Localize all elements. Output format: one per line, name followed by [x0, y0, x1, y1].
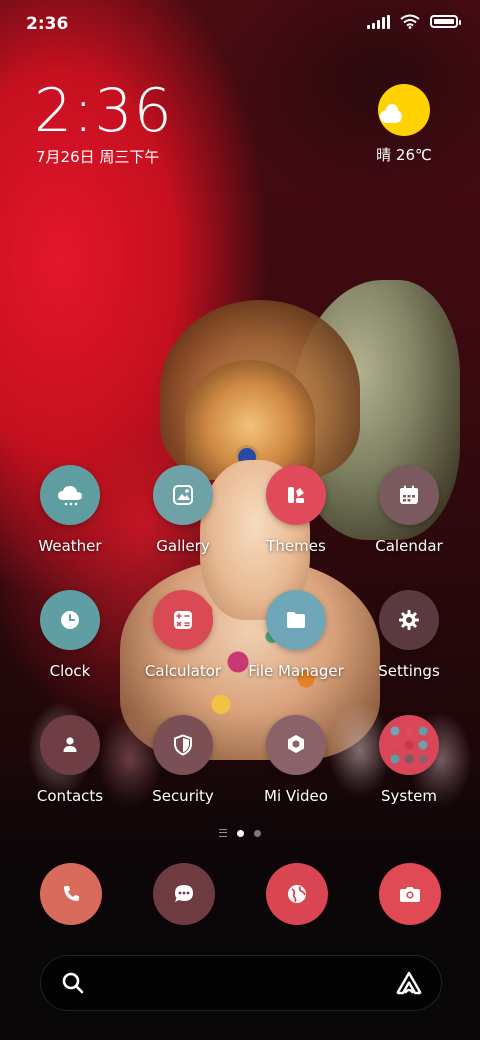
app-settings[interactable]: Settings: [353, 590, 465, 680]
app-system-folder[interactable]: System: [353, 715, 465, 805]
weather-widget[interactable]: 晴 26℃: [364, 84, 444, 165]
sun-cloud-icon: [378, 84, 430, 136]
calculator-icon: [153, 590, 213, 650]
clock-widget-date: 7月26日 周三下午: [36, 148, 160, 166]
status-time: 2:36: [26, 14, 69, 34]
dock-messaging[interactable]: [153, 863, 215, 925]
clock-icon: [40, 590, 100, 650]
folder-grid-icon: [379, 715, 439, 775]
app-label: Contacts: [36, 787, 104, 805]
app-themes[interactable]: Themes: [240, 465, 352, 555]
app-label: System: [381, 787, 437, 805]
gallery-icon: [153, 465, 213, 525]
app-file-manager[interactable]: File Manager: [240, 590, 352, 680]
app-label: Mi Video: [264, 787, 328, 805]
app-clock[interactable]: Clock: [14, 590, 126, 680]
wifi-icon: [400, 14, 420, 29]
gear-icon: [379, 590, 439, 650]
app-gallery[interactable]: Gallery: [127, 465, 239, 555]
app-drawer-indicator-icon: [219, 829, 227, 837]
clock-widget-time[interactable]: 2:36: [34, 78, 173, 144]
app-security[interactable]: Security: [127, 715, 239, 805]
message-icon: [175, 885, 193, 902]
assistant-icon[interactable]: [395, 970, 423, 996]
app-label: File Manager: [248, 662, 344, 680]
app-weather[interactable]: Weather: [14, 465, 126, 555]
weather-condition-temp: 晴 26℃: [376, 146, 432, 164]
app-label: Settings: [378, 662, 440, 680]
app-label: Weather: [38, 537, 102, 555]
search-icon: [62, 972, 84, 994]
app-mi-video[interactable]: Mi Video: [240, 715, 352, 805]
app-contacts[interactable]: Contacts: [14, 715, 126, 805]
dock-browser[interactable]: [266, 863, 328, 925]
themes-icon: [266, 465, 326, 525]
app-label: Gallery: [156, 537, 210, 555]
globe-icon: [288, 885, 306, 903]
page-dot-active: [237, 829, 244, 837]
page-dot: [254, 829, 261, 837]
dock-camera[interactable]: [379, 863, 441, 925]
page-indicator[interactable]: [0, 829, 480, 837]
app-label: Themes: [266, 537, 326, 555]
status-bar: 2:36: [0, 0, 480, 50]
dock-phone[interactable]: [40, 863, 102, 925]
app-label: Calendar: [375, 537, 443, 555]
battery-icon: [430, 15, 461, 28]
app-calendar[interactable]: Calendar: [353, 465, 465, 555]
shield-icon: [153, 715, 213, 775]
phone-icon: [64, 886, 79, 901]
folder-icon: [266, 590, 326, 650]
calendar-icon: [379, 465, 439, 525]
search-bar[interactable]: [40, 955, 442, 1011]
camera-icon: [400, 887, 420, 902]
app-label: Clock: [49, 662, 91, 680]
app-label: Calculator: [144, 662, 222, 680]
app-label: Security: [152, 787, 214, 805]
contacts-icon: [40, 715, 100, 775]
weather-cloud-icon: [40, 465, 100, 525]
video-icon: [266, 715, 326, 775]
cellular-signal-icon: [367, 14, 390, 29]
app-calculator[interactable]: Calculator: [127, 590, 239, 680]
